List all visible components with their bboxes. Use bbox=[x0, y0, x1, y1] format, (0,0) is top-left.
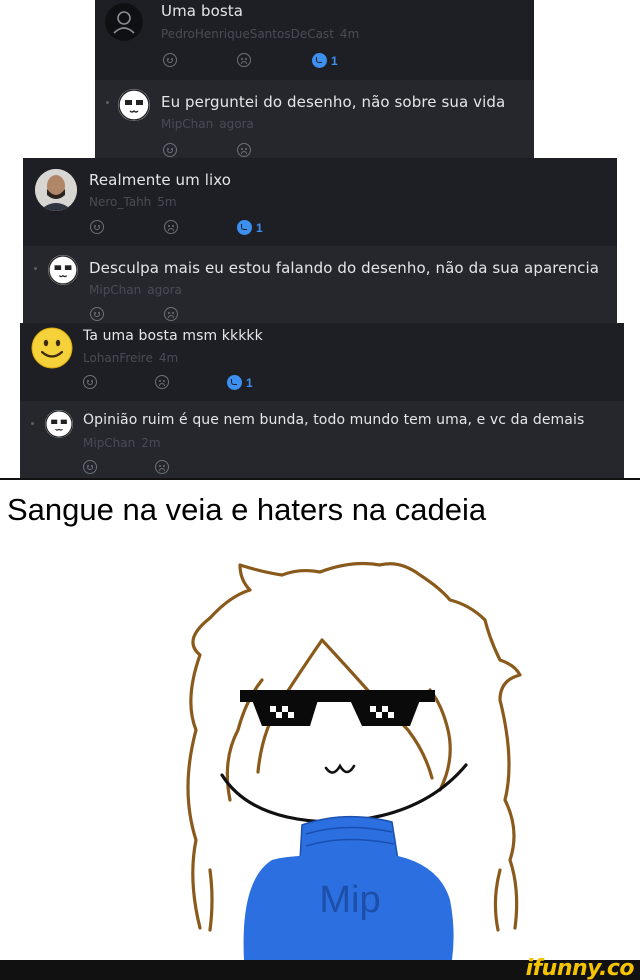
reply-bubble-icon bbox=[227, 375, 242, 390]
comment-meta: LohanFreire 4m bbox=[83, 351, 178, 365]
comment-text: Ta uma bosta msm kkkkk bbox=[83, 328, 263, 344]
ifunny-watermark[interactable]: ifunny.co bbox=[526, 956, 635, 980]
mipchan-avatar[interactable] bbox=[118, 89, 150, 121]
comment-username[interactable]: LohanFreire bbox=[83, 351, 153, 365]
nero-avatar[interactable] bbox=[35, 169, 77, 211]
smile-react-icon[interactable] bbox=[163, 143, 177, 157]
reply-button[interactable]: 1 bbox=[227, 375, 253, 390]
comment-time: 4m bbox=[158, 351, 179, 365]
reply-count: 1 bbox=[256, 220, 263, 235]
reply-text: Opinião ruim é que nem bunda, todo mundo… bbox=[83, 412, 585, 428]
frown-react-icon[interactable] bbox=[164, 220, 178, 234]
hair-lock-right bbox=[493, 868, 502, 932]
comment-username[interactable]: Nero_Tahh bbox=[89, 195, 151, 209]
comment-time: 5m bbox=[157, 195, 177, 209]
thread-dot bbox=[106, 101, 109, 104]
comment-thread-2: Realmente um lixo Nero_Tahh 5m 1 Desculpa… bbox=[23, 158, 617, 323]
reply-username[interactable]: MipChan bbox=[161, 117, 213, 131]
mouth bbox=[324, 763, 356, 774]
user-placeholder-icon[interactable] bbox=[105, 3, 143, 41]
smile-react-icon[interactable] bbox=[163, 53, 177, 67]
reply-meta: MipChan 2m bbox=[83, 436, 161, 450]
frown-react-icon[interactable] bbox=[155, 460, 169, 474]
reply-username[interactable]: MipChan bbox=[83, 436, 135, 450]
smile-react-icon[interactable] bbox=[90, 307, 104, 321]
reply-time: agora bbox=[219, 117, 254, 131]
reply-container: Desculpa mais eu estou falando do desenh… bbox=[23, 246, 617, 323]
smile-react-icon[interactable] bbox=[83, 460, 97, 474]
reply-meta: MipChan agora bbox=[89, 283, 182, 297]
comment-time: 4m bbox=[339, 27, 360, 41]
frown-react-icon[interactable] bbox=[164, 307, 178, 321]
comment-text: Realmente um lixo bbox=[89, 171, 232, 189]
reply-bubble-icon bbox=[237, 220, 252, 235]
reply-container: Opinião ruim é que nem bunda, todo mundo… bbox=[20, 401, 624, 478]
smiley-avatar[interactable] bbox=[31, 327, 73, 369]
footer-bar: ifunny.co bbox=[0, 956, 640, 980]
thread-dot bbox=[31, 422, 34, 425]
mip-drawing: Mip bbox=[186, 561, 522, 960]
smile-react-icon[interactable] bbox=[90, 220, 104, 234]
reply-time: 2m bbox=[141, 436, 161, 450]
reply-username[interactable]: MipChan bbox=[89, 283, 141, 297]
reply-button[interactable]: 1 bbox=[312, 53, 338, 68]
mipchan-avatar[interactable] bbox=[45, 410, 73, 438]
reply-container: Eu perguntei do desenho, não sobre sua v… bbox=[95, 80, 534, 158]
shirt-label: Mip bbox=[319, 879, 380, 921]
smile-react-icon[interactable] bbox=[83, 375, 97, 389]
reply-count: 1 bbox=[246, 375, 253, 390]
sunglasses bbox=[240, 690, 435, 726]
reply-text: Desculpa mais eu estou falando do desenh… bbox=[89, 259, 600, 277]
frown-react-icon[interactable] bbox=[237, 53, 251, 67]
comment-thread-1: Uma bosta PedroHenriqueSantosDeCast 4m 1 … bbox=[95, 0, 534, 158]
frown-react-icon[interactable] bbox=[237, 143, 251, 157]
reply-meta: MipChan agora bbox=[161, 117, 254, 131]
hair-strand-right bbox=[428, 688, 452, 792]
comment-username[interactable]: PedroHenriqueSantosDeCast bbox=[161, 27, 334, 41]
reply-bubble-icon bbox=[312, 53, 327, 68]
comment-text: Uma bosta bbox=[161, 2, 244, 20]
frown-react-icon[interactable] bbox=[155, 375, 169, 389]
thread-dot bbox=[34, 267, 37, 270]
reply-button[interactable]: 1 bbox=[237, 220, 263, 235]
comment-meta: Nero_Tahh 5m bbox=[89, 195, 177, 209]
comment-meta: PedroHenriqueSantosDeCast 4m bbox=[161, 27, 359, 41]
reply-time: agora bbox=[147, 283, 182, 297]
reply-text: Eu perguntei do desenho, não sobre sua v… bbox=[161, 93, 506, 111]
reply-count: 1 bbox=[331, 53, 338, 68]
comment-thread-3: Ta uma bosta msm kkkkk LohanFreire 4m 1 O… bbox=[20, 323, 624, 478]
hair-lock-left bbox=[208, 868, 214, 932]
mipchan-avatar[interactable] bbox=[48, 255, 78, 285]
